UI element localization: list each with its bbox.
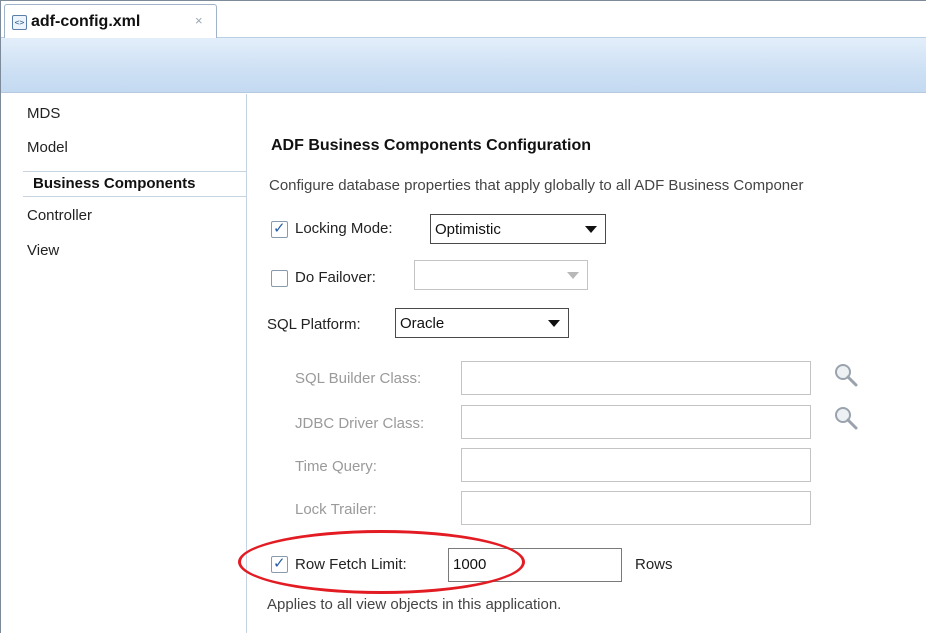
- chevron-down-icon: [585, 226, 597, 233]
- close-icon[interactable]: ×: [195, 13, 203, 28]
- locking-mode-select[interactable]: Optimistic: [430, 214, 606, 244]
- search-icon[interactable]: [833, 362, 859, 388]
- time-query-field[interactable]: [461, 448, 811, 482]
- tab-title: adf-config.xml: [31, 13, 141, 30]
- config-panel: ADF Business Components Configuration Co…: [238, 94, 926, 633]
- lock-trailer-field[interactable]: [461, 491, 811, 525]
- sql-platform-label: SQL Platform:: [267, 316, 361, 333]
- row-fetch-limit-value: 1000: [453, 556, 487, 573]
- category-nav: MDS Model Business Components Controller…: [1, 94, 247, 633]
- tab-adf-config[interactable]: <> adf-config.xml ×: [4, 4, 217, 40]
- editor-tab-strip: <> adf-config.xml ×: [1, 1, 926, 40]
- nav-item-model[interactable]: Model: [27, 139, 68, 156]
- jdbc-driver-class-field[interactable]: [461, 405, 811, 439]
- rows-unit-label: Rows: [635, 556, 673, 573]
- time-query-label: Time Query:: [295, 458, 377, 475]
- sql-builder-class-field[interactable]: [461, 361, 811, 395]
- section-description: Configure database properties that apply…: [269, 177, 804, 194]
- row-fetch-limit-label: Row Fetch Limit:: [295, 556, 407, 573]
- page-title: ADF Business Components Configuration: [271, 137, 591, 154]
- locking-mode-value: Optimistic: [435, 221, 501, 238]
- xml-file-icon: <>: [12, 15, 27, 30]
- locking-mode-label: Locking Mode:: [295, 220, 393, 237]
- sql-platform-value: Oracle: [400, 315, 445, 332]
- do-failover-select[interactable]: [414, 260, 588, 290]
- jdbc-driver-class-label: JDBC Driver Class:: [295, 415, 425, 432]
- nav-item-business-components[interactable]: Business Components: [23, 171, 247, 197]
- search-icon[interactable]: [833, 405, 859, 431]
- nav-item-view[interactable]: View: [27, 242, 59, 259]
- sql-builder-class-label: SQL Builder Class:: [295, 370, 422, 387]
- do-failover-checkbox[interactable]: [271, 270, 288, 287]
- locking-mode-checkbox[interactable]: [271, 219, 288, 238]
- do-failover-label: Do Failover:: [295, 269, 376, 286]
- row-fetch-footnote: Applies to all view objects in this appl…: [267, 596, 562, 613]
- lock-trailer-label: Lock Trailer:: [295, 501, 377, 518]
- nav-item-mds[interactable]: MDS: [27, 105, 60, 122]
- editor-header-band: [1, 38, 926, 93]
- sql-platform-select[interactable]: Oracle: [395, 308, 569, 338]
- row-fetch-limit-field[interactable]: 1000: [448, 548, 622, 582]
- chevron-down-icon: [567, 272, 579, 279]
- chevron-down-icon: [548, 320, 560, 327]
- nav-item-controller[interactable]: Controller: [27, 207, 92, 224]
- row-fetch-limit-checkbox[interactable]: [271, 554, 288, 573]
